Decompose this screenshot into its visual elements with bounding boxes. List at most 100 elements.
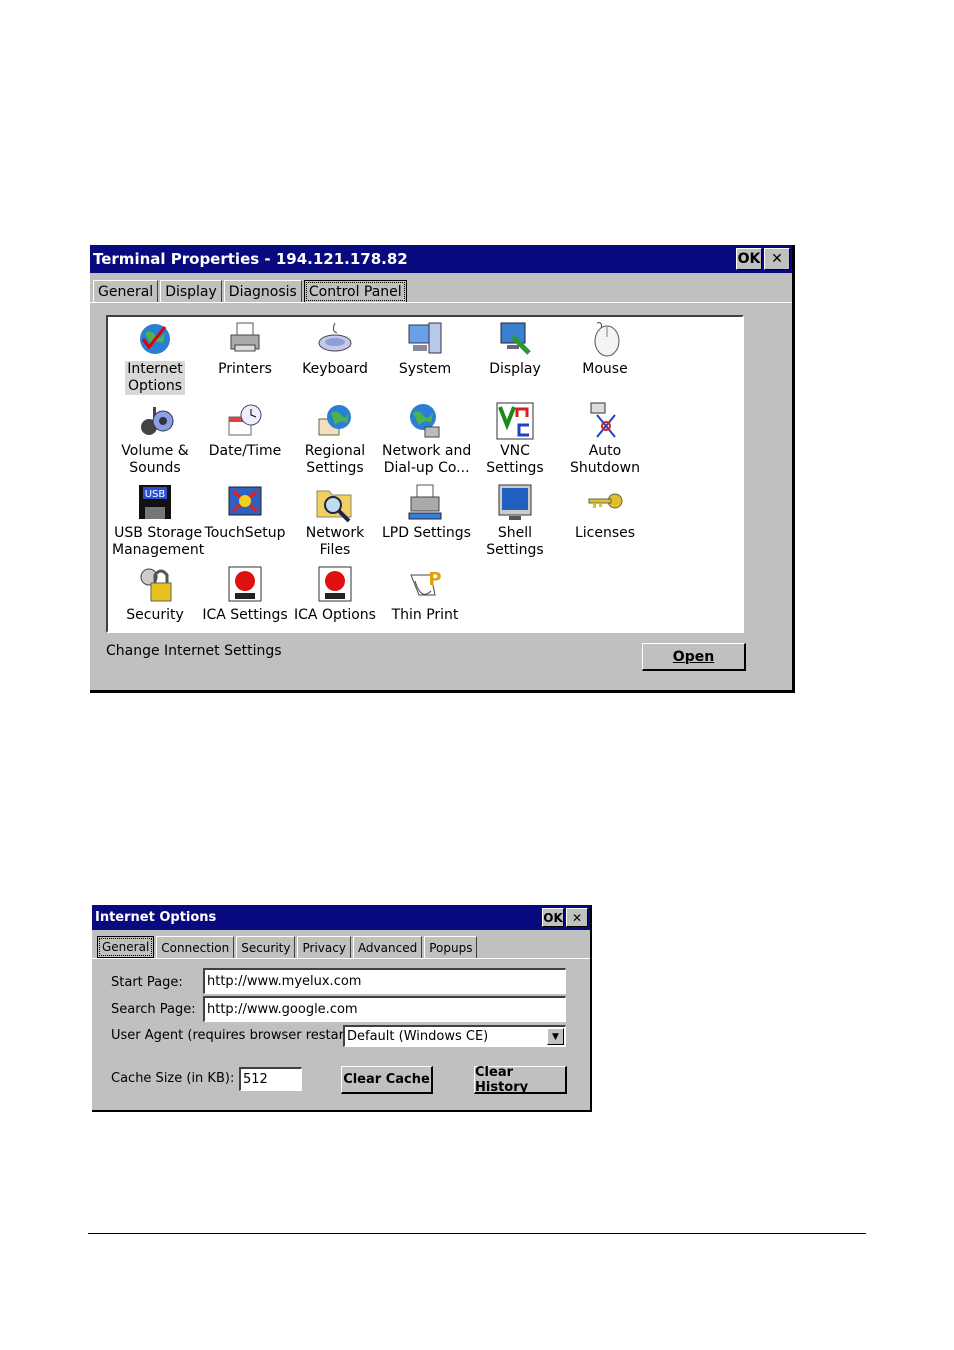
network-files-icon [316,490,352,523]
cp-item-security[interactable]: Security [110,565,200,624]
clear-history-button[interactable]: Clear History [474,1065,567,1095]
open-button[interactable]: Open [642,643,746,671]
clear-cache-button[interactable]: Clear Cache [341,1066,433,1094]
svg-text:USB: USB [145,489,166,500]
cp-item-network-dialup[interactable]: Network and Dial-up Co... [380,401,472,477]
close-button[interactable]: ✕ [566,908,588,927]
tab-divider [92,958,590,959]
thin-print-icon: P [410,569,442,596]
cp-item-printers[interactable]: Printers [200,319,290,378]
cp-label: Keyboard [302,361,368,377]
cp-item-mouse[interactable]: Mouse [560,319,650,378]
cp-item-shell-settings[interactable]: Shell Settings [470,483,560,559]
cp-label: Security [126,607,184,623]
cp-label: Mouse [582,361,628,377]
cp-item-network-files[interactable]: Network Files [290,483,380,559]
cp-item-licenses[interactable]: Licenses [560,483,650,542]
volume-icon [141,407,174,435]
date-time-icon [228,404,262,436]
start-page-input[interactable]: http://www.myelux.com [203,968,566,994]
system-icon [408,322,442,354]
internet-titlebar: Internet Options OK ✕ [92,905,590,930]
cp-label: Internet Options [125,361,185,395]
cp-label: Volume & Sounds [121,443,189,476]
tab-general[interactable]: General [93,280,159,303]
cp-item-vnc-settings[interactable]: VNC Settings [470,401,560,477]
tab-connection[interactable]: Connection [156,936,235,958]
ica-settings-icon [228,566,262,602]
cp-label: Display [489,361,541,377]
tab-security[interactable]: Security [236,936,296,958]
cp-item-keyboard[interactable]: Keyboard [290,319,380,378]
cp-item-ica-options[interactable]: ICA Options [290,565,380,624]
cp-label: Auto Shutdown [570,443,640,476]
shell-settings-icon [498,484,532,520]
cache-size-label: Cache Size (in KB): [111,1071,235,1086]
cp-item-usb-storage[interactable]: USB USB Storage Management [110,483,204,559]
control-panel-list: Internet Options Printers Keyboard Syste… [106,315,744,633]
cp-label: LPD Settings [382,525,471,541]
cp-item-display[interactable]: Display [470,319,560,378]
cp-item-regional-settings[interactable]: Regional Settings [290,401,380,477]
search-page-label: Search Page: [111,1002,196,1017]
terminal-tabs: General Display Diagnosis Control Panel [93,280,409,303]
cp-label: Thin Print [391,607,459,623]
cp-item-auto-shutdown[interactable]: Auto Shutdown [560,401,650,477]
cp-label: ICA Options [294,607,376,623]
close-button[interactable]: ✕ [764,248,790,270]
auto-shutdown-icon [590,402,616,438]
cp-label: Licenses [574,525,636,541]
cp-item-date-time[interactable]: Date/Time [200,401,290,460]
printer-icon [230,322,260,352]
lpd-settings-icon [408,484,442,520]
tab-advanced[interactable]: Advanced [352,936,423,958]
tab-display[interactable]: Display [160,280,222,303]
cp-label: Shell Settings [486,525,544,558]
cp-label: System [398,361,452,377]
cp-label: VNC Settings [486,443,544,476]
search-page-input[interactable]: http://www.google.com [203,996,566,1022]
touch-setup-icon [228,486,262,516]
tab-privacy[interactable]: Privacy [297,936,351,958]
internet-options-icon [140,324,170,354]
cp-item-internet-options[interactable]: Internet Options [110,319,200,395]
svg-text:P: P [428,569,441,590]
cp-label: Regional Settings [304,443,366,476]
tab-control-panel[interactable]: Control Panel [303,280,407,303]
tab-diagnosis[interactable]: Diagnosis [223,280,302,303]
user-agent-select[interactable]: Default (Windows CE) ▼ [343,1025,566,1047]
status-text: Change Internet Settings [106,643,282,659]
network-icon [410,404,440,438]
user-agent-value: Default (Windows CE) [347,1029,489,1044]
internet-options-window: Internet Options OK ✕ General Connection… [92,905,592,1112]
mouse-icon [594,322,620,357]
licenses-icon [588,493,623,509]
ok-button[interactable]: OK [736,248,762,270]
cp-item-ica-settings[interactable]: ICA Settings [200,565,290,624]
cp-item-system[interactable]: System [380,319,470,378]
ica-options-icon [318,566,352,602]
cp-label: Date/Time [208,443,282,459]
tab-popups[interactable]: Popups [424,936,478,958]
terminal-titlebar: Terminal Properties - 194.121.178.82 OK … [90,245,792,273]
ok-button[interactable]: OK [542,908,564,927]
cp-label: ICA Settings [202,607,288,623]
page-divider [88,1233,866,1234]
cp-item-lpd-settings[interactable]: LPD Settings [380,483,471,542]
usb-storage-icon: USB [139,485,171,519]
cp-item-volume-sounds[interactable]: Volume & Sounds [110,401,200,477]
keyboard-icon [318,322,352,352]
cache-size-input[interactable]: 512 [239,1067,302,1091]
cp-label: Printers [218,361,272,377]
user-agent-label: User Agent (requires browser restart): [111,1028,359,1043]
cp-item-thin-print[interactable]: P Thin Print [380,565,470,624]
open-button-label: Open [672,648,715,665]
cp-item-touch-setup[interactable]: TouchSetup [200,483,290,542]
chevron-down-icon[interactable]: ▼ [547,1028,564,1045]
tab-general[interactable]: General [97,936,155,958]
window-title: Internet Options [95,910,217,925]
display-icon [500,322,531,355]
security-icon [140,568,172,602]
window-title: Terminal Properties - 194.121.178.82 [93,250,408,268]
cp-label: Network and Dial-up Co... [382,443,472,476]
